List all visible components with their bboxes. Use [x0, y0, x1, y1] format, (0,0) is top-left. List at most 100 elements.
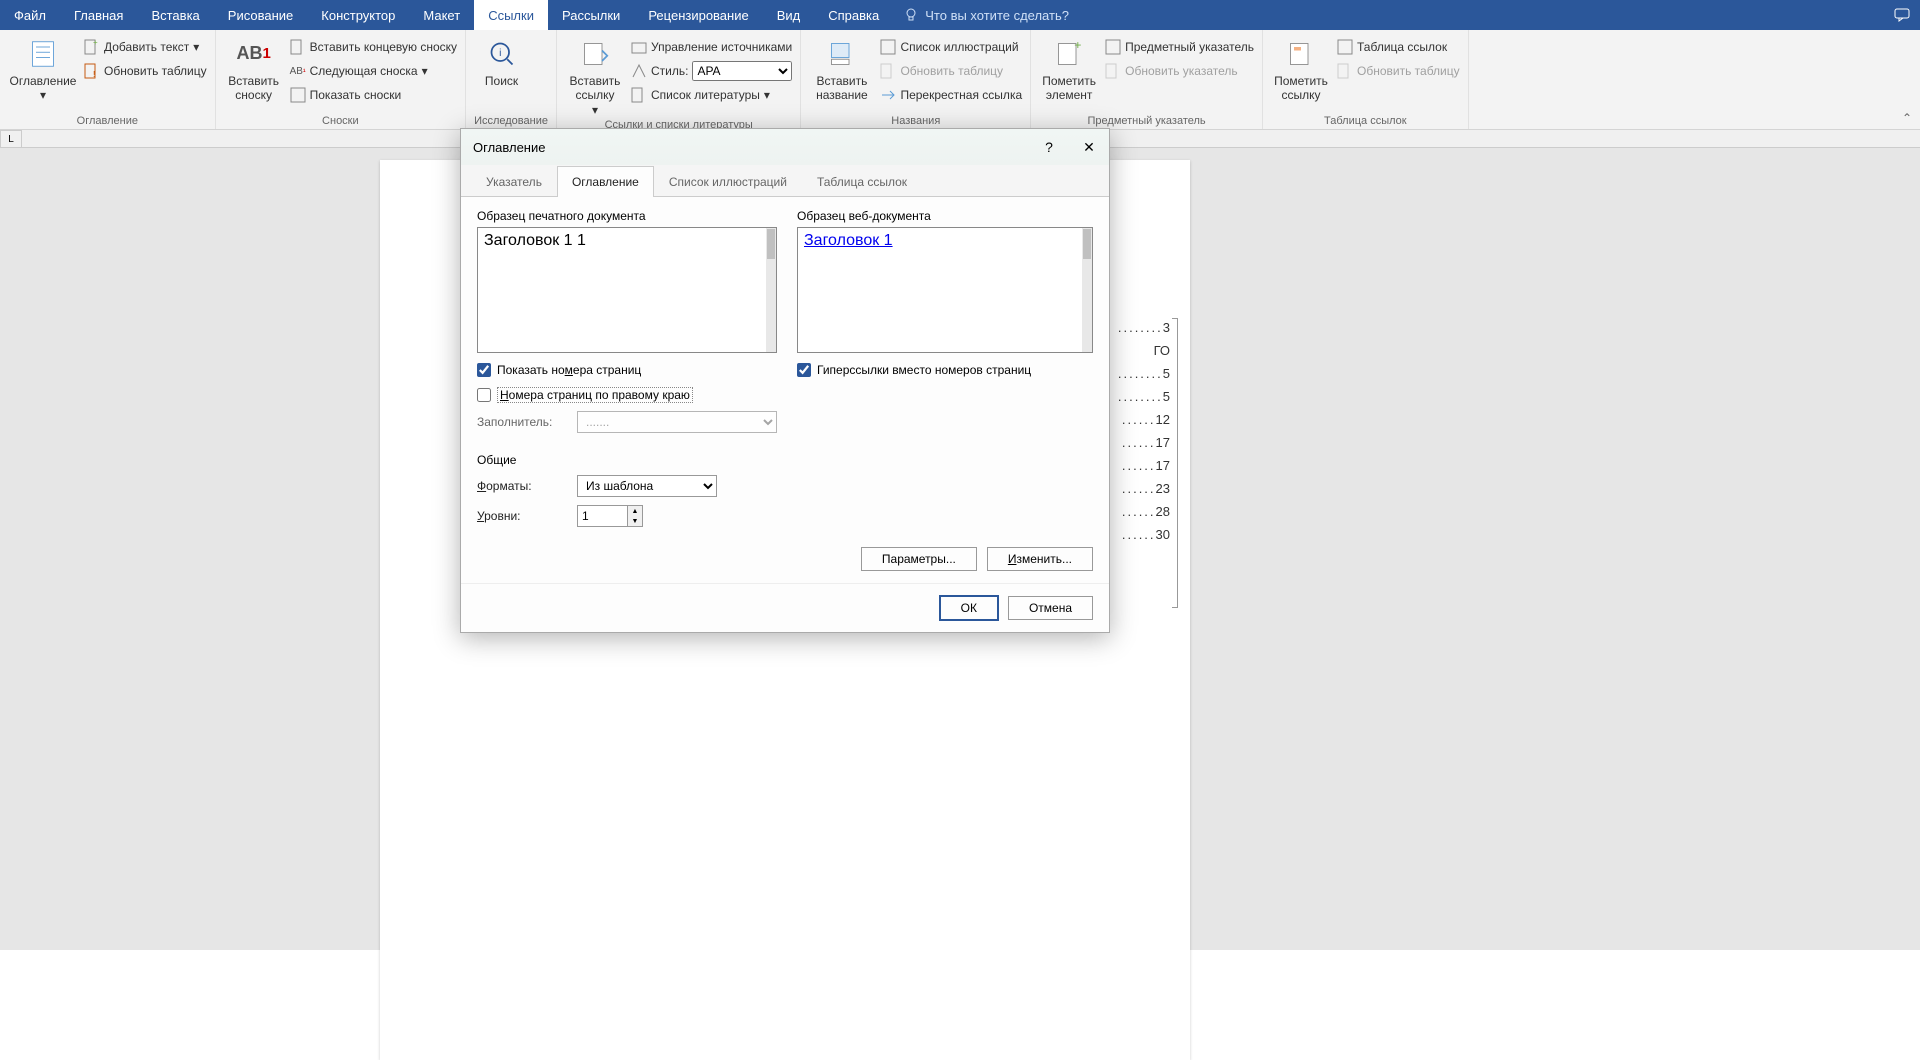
- menu-view[interactable]: Вид: [763, 0, 815, 30]
- insert-caption-button[interactable]: Вставить название: [809, 34, 874, 103]
- web-preview-scrollbar[interactable]: [1082, 228, 1092, 352]
- toc-line: ........ 5: [1110, 389, 1170, 404]
- dialog-help-button[interactable]: ?: [1029, 129, 1069, 165]
- update-icon: !: [84, 63, 100, 79]
- mark-entry-label: Пометить элемент: [1039, 74, 1099, 103]
- cancel-button[interactable]: Отмена: [1008, 596, 1093, 620]
- biblio-icon: [631, 87, 647, 103]
- tab-authorities[interactable]: Таблица ссылок: [802, 166, 922, 197]
- right-align-label[interactable]: Номера страниц по правому краю: [497, 387, 693, 403]
- levels-label: Уровни:: [477, 509, 567, 523]
- update-index-button: Обновить указатель: [1105, 60, 1254, 82]
- list-icon: [880, 39, 896, 55]
- formats-select[interactable]: Из шаблона: [577, 475, 717, 497]
- group-captions-label: Названия: [809, 113, 1022, 127]
- menu-mailings[interactable]: Рассылки: [548, 0, 634, 30]
- insert-endnote-button[interactable]: Вставить концевую сноску: [290, 36, 457, 58]
- svg-text:!: !: [93, 70, 95, 79]
- levels-input[interactable]: [577, 505, 627, 527]
- tab-captions[interactable]: Список иллюстраций: [654, 166, 802, 197]
- ok-button[interactable]: ОК: [940, 596, 998, 620]
- add-text-icon: +: [84, 39, 100, 55]
- insert-authorities-button[interactable]: Таблица ссылок: [1337, 36, 1460, 58]
- lightbulb-icon: [903, 7, 919, 23]
- leader-label: Заполнитель:: [477, 415, 567, 429]
- style-label: Стиль:: [651, 64, 688, 78]
- tell-me[interactable]: Что вы хотите сделать?: [903, 7, 1069, 23]
- ribbon-group-research: i Поиск Исследование: [466, 30, 557, 129]
- print-preview-scrollbar[interactable]: [766, 228, 776, 352]
- dialog-close-button[interactable]: ✕: [1069, 129, 1109, 165]
- levels-spinner[interactable]: ▲▼: [577, 505, 643, 527]
- toc-line: ...... 17: [1110, 435, 1170, 450]
- list-captions-button[interactable]: Список иллюстраций: [880, 36, 1022, 58]
- dialog-titlebar[interactable]: Оглавление ? ✕: [461, 129, 1109, 165]
- bibliography-button[interactable]: Список литературы ▾: [631, 84, 792, 106]
- insert-index-button[interactable]: Предметный указатель: [1105, 36, 1254, 58]
- show-footnotes-button[interactable]: Показать сноски: [290, 84, 457, 106]
- tab-toc[interactable]: Оглавление: [557, 166, 654, 197]
- update-authorities-button: Обновить таблицу: [1337, 60, 1460, 82]
- ruler-corner: L: [0, 130, 22, 148]
- update-toc-label: Обновить таблицу: [104, 64, 207, 78]
- manage-sources-button[interactable]: Управление источниками: [631, 36, 792, 58]
- toc-button[interactable]: Оглавление ▾: [8, 34, 78, 103]
- web-preview-link: Заголовок 1: [804, 232, 893, 249]
- add-text-button[interactable]: +Добавить текст ▾: [84, 36, 207, 58]
- hyperlinks-checkbox[interactable]: [797, 363, 811, 377]
- footnote-label: Вставить сноску: [224, 74, 284, 103]
- menu-insert[interactable]: Вставка: [137, 0, 213, 30]
- cross-reference-button[interactable]: Перекрестная ссылка: [880, 84, 1022, 106]
- levels-up[interactable]: ▲: [628, 506, 642, 516]
- levels-down[interactable]: ▼: [628, 516, 642, 526]
- update-index-label: Обновить указатель: [1125, 64, 1238, 78]
- dialog-tabs: Указатель Оглавление Список иллюстраций …: [461, 165, 1109, 197]
- menu-review[interactable]: Рецензирование: [634, 0, 762, 30]
- search-button[interactable]: i Поиск: [474, 34, 529, 88]
- show-notes-label: Показать сноски: [310, 88, 402, 102]
- insert-citation-button[interactable]: Вставить ссылку▾: [565, 34, 625, 117]
- footnote-icon: AB1: [238, 38, 270, 70]
- toc-line: ...... 28: [1110, 504, 1170, 519]
- right-align-checkbox[interactable]: [477, 388, 491, 402]
- formats-label: Форматы:: [477, 479, 567, 493]
- mark-citation-icon: [1285, 38, 1317, 70]
- next-footnote-button[interactable]: AB¹Следующая сноска ▾: [290, 60, 457, 82]
- modify-button[interactable]: Изменить...: [987, 547, 1093, 571]
- menu-draw[interactable]: Рисование: [214, 0, 307, 30]
- menu-help[interactable]: Справка: [814, 0, 893, 30]
- tab-index[interactable]: Указатель: [471, 166, 557, 197]
- menu-references[interactable]: Ссылки: [474, 0, 548, 30]
- collapse-ribbon-button[interactable]: ⌃: [1902, 111, 1912, 125]
- menu-file[interactable]: Файл: [0, 0, 60, 30]
- ribbon-group-footnotes: AB1 Вставить сноску Вставить концевую сн…: [216, 30, 466, 129]
- update-toc-button[interactable]: ! Обновить таблицу: [84, 60, 207, 82]
- show-pages-label[interactable]: Показать номера страниц: [497, 363, 641, 377]
- toc-line: ...... 30: [1110, 527, 1170, 542]
- menu-layout[interactable]: Макет: [409, 0, 474, 30]
- general-section-label: Общие: [477, 453, 1093, 467]
- next-footnote-icon: AB¹: [290, 63, 306, 79]
- insert-index-icon: [1105, 39, 1121, 55]
- manage-icon: [631, 39, 647, 55]
- mark-entry-button[interactable]: + Пометить элемент: [1039, 34, 1099, 103]
- show-notes-icon: [290, 87, 306, 103]
- group-index-label: Предметный указатель: [1039, 113, 1254, 127]
- tell-me-label: Что вы хотите сделать?: [925, 8, 1069, 23]
- mark-citation-button[interactable]: Пометить ссылку: [1271, 34, 1331, 103]
- ribbon-group-authorities: Пометить ссылку Таблица ссылок Обновить …: [1263, 30, 1469, 129]
- insert-footnote-button[interactable]: AB1 Вставить сноску: [224, 34, 284, 103]
- group-footnotes-label: Сноски: [224, 113, 457, 127]
- print-preview-text: Заголовок 1 1: [484, 232, 586, 249]
- toc-bracket: [1172, 318, 1178, 608]
- show-pages-checkbox[interactable]: [477, 363, 491, 377]
- search-label: Поиск: [485, 74, 518, 88]
- parameters-button[interactable]: Параметры...: [861, 547, 977, 571]
- style-select[interactable]: APA: [692, 61, 792, 81]
- menu-home[interactable]: Главная: [60, 0, 137, 30]
- comment-icon[interactable]: [1894, 7, 1910, 23]
- mark-entry-icon: +: [1053, 38, 1085, 70]
- menu-design[interactable]: Конструктор: [307, 0, 409, 30]
- hyperlinks-label[interactable]: Гиперссылки вместо номеров страниц: [817, 363, 1031, 377]
- toc-line: ........ 3: [1110, 320, 1170, 335]
